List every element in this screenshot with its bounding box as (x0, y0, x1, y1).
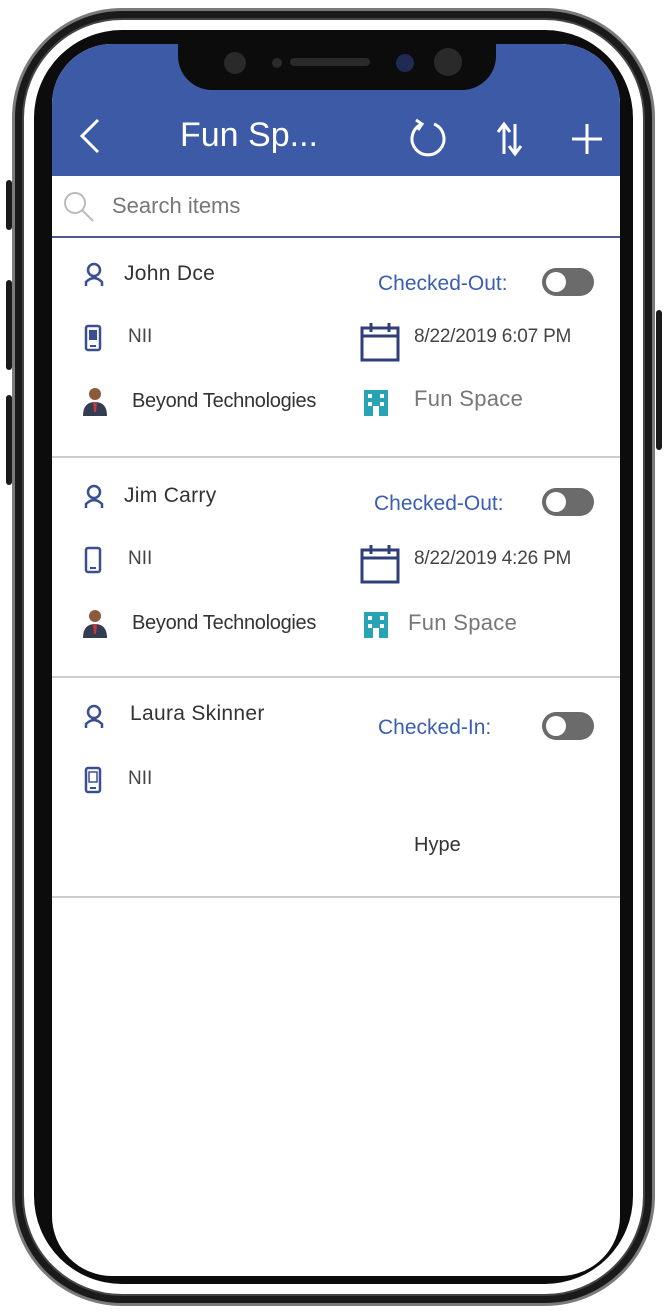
calendar-icon (360, 545, 400, 584)
checkout-datetime: 8/22/2019 6:07 PM (414, 326, 572, 347)
status-label: Checked-Out: (374, 492, 504, 515)
building-icon (364, 612, 388, 638)
front-camera (396, 54, 414, 72)
businessman-icon (83, 610, 107, 638)
company-name: Beyond Technologies (132, 390, 317, 412)
status-label: Checked-Out: (378, 272, 508, 295)
earpiece-speaker (290, 58, 370, 66)
phone-icon (84, 546, 102, 574)
company-name: Beyond Technologies (132, 612, 317, 634)
sensor-dot (434, 48, 462, 76)
refresh-icon[interactable] (408, 118, 448, 158)
person-icon (84, 484, 104, 508)
device-name: NII (128, 326, 153, 347)
space-name: Fun Space (414, 386, 524, 411)
silent-switch (6, 180, 12, 230)
volume-down-button (6, 395, 12, 485)
app-screen: Fun Sp... John Dce Checked-Out: (52, 44, 620, 1276)
phone-notch (178, 44, 496, 90)
page-title: Fun Sp... (180, 116, 318, 154)
list-item[interactable]: Laura Skinner Checked-In: NII Hype (52, 678, 620, 898)
phone-icon (84, 324, 102, 352)
list-item[interactable]: John Dce Checked-Out: NII 8/22/2019 6:07… (52, 238, 620, 458)
back-icon[interactable] (76, 116, 106, 156)
building-icon (364, 390, 388, 416)
sensor-dot (272, 58, 282, 68)
device-name: NII (128, 768, 153, 789)
search-bar (52, 176, 620, 238)
checkout-datetime: 8/22/2019 4:26 PM (414, 548, 572, 569)
person-icon (84, 704, 104, 728)
person-name: Jim Carry (124, 484, 217, 507)
list-item[interactable]: Jim Carry Checked-Out: NII 8/22/2019 4:2… (52, 458, 620, 678)
person-icon (84, 262, 104, 286)
person-name: Laura Skinner (130, 702, 265, 725)
check-toggle[interactable] (542, 488, 594, 516)
add-icon[interactable] (570, 122, 604, 156)
phone-icon (84, 766, 102, 794)
check-toggle[interactable] (542, 712, 594, 740)
power-button (656, 310, 662, 450)
search-input[interactable] (112, 188, 592, 224)
businessman-icon (83, 388, 107, 416)
status-label: Checked-In: (378, 716, 492, 739)
sensor-dot (224, 52, 246, 74)
check-toggle[interactable] (542, 268, 594, 296)
device-name: NII (128, 548, 153, 569)
note-text: Hype (414, 834, 461, 856)
volume-up-button (6, 280, 12, 370)
calendar-icon (360, 323, 400, 362)
space-name: Fun Space (408, 610, 518, 635)
person-name: John Dce (124, 262, 216, 285)
search-icon (64, 192, 94, 222)
sort-icon[interactable] (494, 120, 524, 158)
